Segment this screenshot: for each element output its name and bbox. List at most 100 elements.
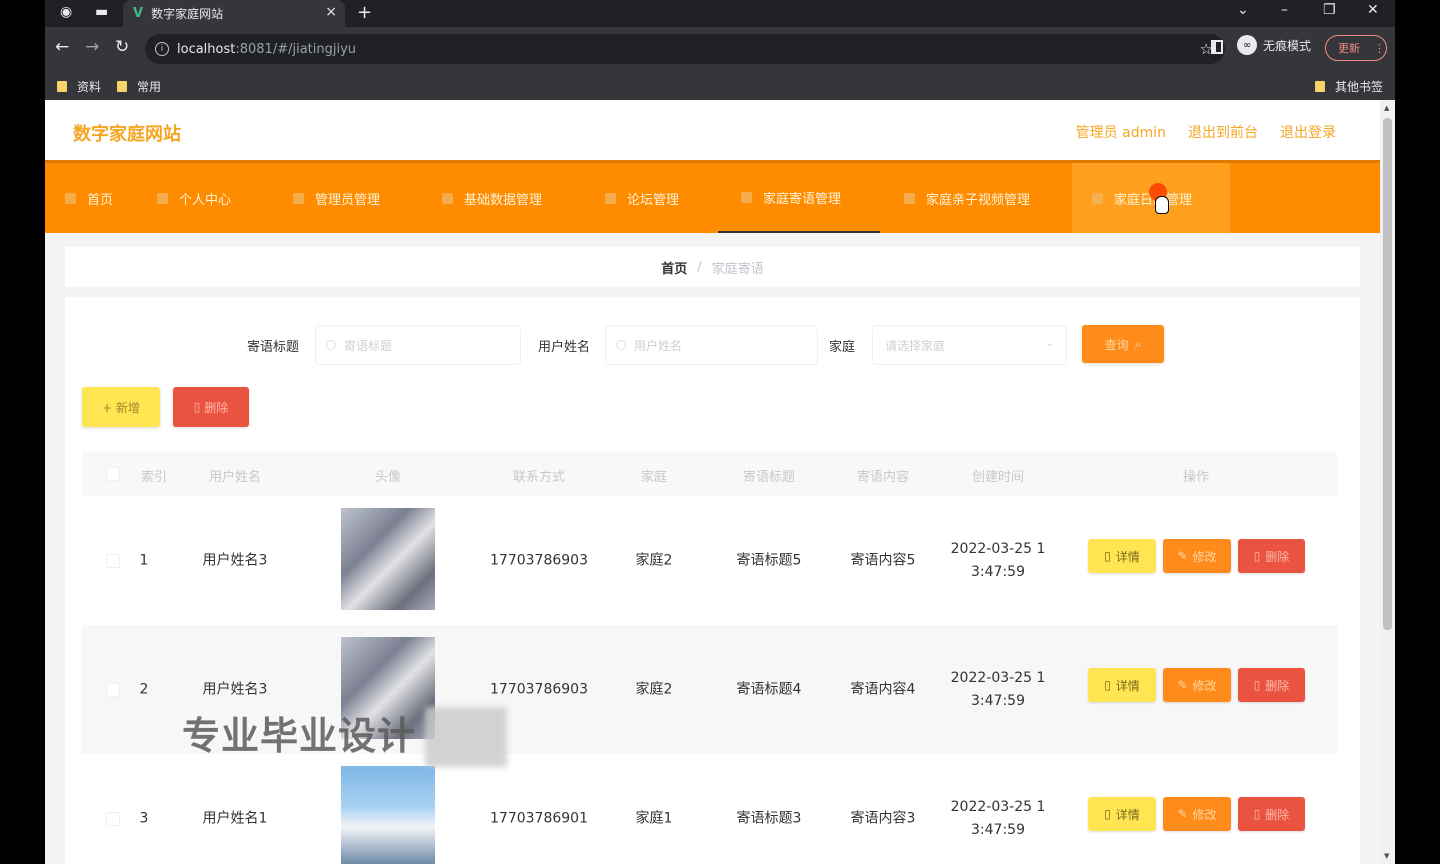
select-all-checkbox[interactable] [106, 467, 120, 481]
cell-family: 家庭1 [635, 810, 673, 826]
created-line2: 3:47:59 [971, 563, 1025, 580]
cell-name: 用户姓名3 [202, 681, 268, 697]
nav-label: 基础数据管理 [464, 192, 543, 208]
restore-icon[interactable]: ❐ [1323, 2, 1336, 18]
cell-name: 用户姓名3 [202, 552, 268, 568]
browser-chrome: ◉ ▬ V 数字家庭网站 × + ⌄ – ❐ ✕ ← → ↻ i localho… [45, 0, 1395, 100]
tab-search-icon[interactable]: ▬ [95, 4, 108, 20]
nav-item-basic-data[interactable]: 基础数据管理 [442, 163, 542, 233]
site-title: 数字家庭网站 [73, 124, 181, 145]
nav-icon [605, 192, 616, 204]
batch-delete-button[interactable]: ▯ 删除 [173, 387, 249, 427]
detail-label: 详情 [1115, 807, 1140, 822]
delete-button[interactable]: ▯ 删除 [1238, 668, 1305, 702]
col-index: 索引 [140, 470, 168, 485]
document-icon: ▯ [1104, 549, 1111, 563]
nav-item-home[interactable]: 首页 [65, 163, 113, 233]
other-bookmarks[interactable]: 其他书签 [1315, 78, 1383, 95]
edit-button[interactable]: ✎ 修改 [1163, 797, 1231, 831]
page-scrollbar[interactable]: ▲ ▼ [1380, 100, 1395, 864]
edit-button[interactable]: ✎ 修改 [1163, 539, 1231, 573]
col-family: 家庭 [640, 470, 668, 485]
avatar [341, 766, 435, 864]
new-tab-icon[interactable]: + [357, 2, 372, 23]
edit-icon: ✎ [1177, 678, 1188, 692]
bookmark-label: 其他书签 [1335, 80, 1384, 94]
scroll-down-icon[interactable]: ▼ [1384, 852, 1389, 860]
close-window-icon[interactable]: ✕ [1367, 2, 1379, 18]
nav-item-profile[interactable]: 个人中心 [157, 163, 231, 233]
document-icon: ▯ [1104, 807, 1111, 821]
document-icon: ▯ [1104, 678, 1111, 692]
breadcrumb-home[interactable]: 首页 [661, 258, 687, 277]
bookmark-folder[interactable]: 常用 [117, 78, 161, 95]
row-checkbox[interactable] [106, 554, 120, 568]
query-button[interactable]: 查询 ⌕ [1082, 325, 1164, 363]
nav-item-family-videos[interactable]: 家庭亲子视频管理 [904, 163, 1030, 233]
delete-label: 删除 [204, 400, 229, 415]
incognito-label: 无痕模式 [1263, 38, 1312, 53]
update-button[interactable]: 更新 ⋮ [1325, 35, 1387, 61]
row-checkbox[interactable] [106, 683, 120, 697]
edit-label: 修改 [1192, 807, 1217, 822]
input-prefix-icon [326, 340, 336, 350]
col-phone: 联系方式 [512, 470, 566, 485]
query-label: 查询 [1104, 337, 1129, 352]
scrollbar-thumb[interactable] [1383, 118, 1392, 630]
created-line2: 3:47:59 [971, 821, 1025, 838]
detail-button[interactable]: ▯ 详情 [1088, 539, 1156, 573]
reload-icon[interactable]: ↻ [115, 37, 129, 57]
add-button[interactable]: + 新增 [82, 387, 160, 427]
close-icon[interactable]: × [325, 4, 337, 20]
content-panel: 首页 / 家庭寄语 寄语标题 寄语标题 用户姓名 用户姓名 家庭 请选择家庭 ⌄… [65, 247, 1360, 864]
nav-label: 家庭寄语管理 [763, 191, 842, 207]
detail-button[interactable]: ▯ 详情 [1088, 797, 1156, 831]
folder-icon [117, 81, 127, 92]
info-icon[interactable]: i [155, 42, 169, 56]
chevron-down-icon: ⌄ [1045, 338, 1054, 349]
incognito-icon: ∞ [1237, 35, 1257, 55]
cell-created: 2022-03-25 1 3:47:59 [951, 667, 1046, 713]
logout-link[interactable]: 退出登录 [1280, 122, 1336, 142]
detail-button[interactable]: ▯ 详情 [1088, 668, 1156, 702]
nav-item-admins[interactable]: 管理员管理 [293, 163, 380, 233]
back-to-front-link[interactable]: 退出到前台 [1188, 122, 1258, 142]
detail-label: 详情 [1115, 549, 1140, 564]
placeholder-text: 用户姓名 [634, 338, 683, 353]
nav-item-forum[interactable]: 论坛管理 [605, 163, 679, 233]
chrome-profile-icon[interactable]: ◉ [60, 4, 72, 20]
nav-icon [157, 192, 168, 204]
incognito-indicator[interactable]: ∞ 无痕模式 [1237, 35, 1311, 55]
forward-icon[interactable]: → [85, 37, 99, 57]
more-icon: ⋮ [1374, 41, 1385, 55]
back-icon[interactable]: ← [55, 37, 69, 57]
folder-icon [1315, 81, 1325, 92]
family-select[interactable]: 请选择家庭 ⌄ [872, 325, 1067, 365]
minimize-icon[interactable]: – [1281, 2, 1288, 18]
blurred-overlay [425, 707, 507, 767]
search-label-title: 寄语标题 [247, 340, 300, 355]
scroll-up-icon[interactable]: ▲ [1384, 104, 1389, 112]
address-bar[interactable]: i localhost :8081/#/jiatingjiyu ☆ [145, 34, 1225, 64]
trash-icon: ▯ [1253, 549, 1261, 563]
bookmark-folder[interactable]: 资料 [57, 78, 101, 95]
breadcrumb-separator: / [697, 259, 702, 275]
main-nav: 首页 个人中心 管理员管理 基础数据管理 论坛管理 家庭寄语管理 家庭亲子视频管… [45, 160, 1380, 233]
delete-button[interactable]: ▯ 删除 [1238, 797, 1305, 831]
edit-label: 修改 [1192, 678, 1217, 693]
cell-phone: 17703786903 [490, 552, 588, 568]
nav-item-family-messages[interactable]: 家庭寄语管理 [718, 163, 880, 233]
name-search-input[interactable]: 用户姓名 [605, 325, 818, 365]
created-line1: 2022-03-25 1 [950, 540, 1046, 557]
title-search-input[interactable]: 寄语标题 [315, 325, 521, 365]
row-checkbox[interactable] [106, 812, 120, 826]
browser-tab[interactable]: V 数字家庭网站 × [123, 0, 345, 27]
col-actions: 操作 [1182, 470, 1210, 485]
cell-title: 寄语标题4 [736, 681, 802, 697]
delete-button[interactable]: ▯ 删除 [1238, 539, 1305, 573]
chevron-down-icon[interactable]: ⌄ [1237, 2, 1249, 18]
side-panel-icon[interactable] [1211, 40, 1223, 54]
edit-button[interactable]: ✎ 修改 [1163, 668, 1231, 702]
url-path: :8081/#/jiatingjiyu [235, 41, 357, 57]
delete-label: 删除 [1265, 807, 1290, 822]
